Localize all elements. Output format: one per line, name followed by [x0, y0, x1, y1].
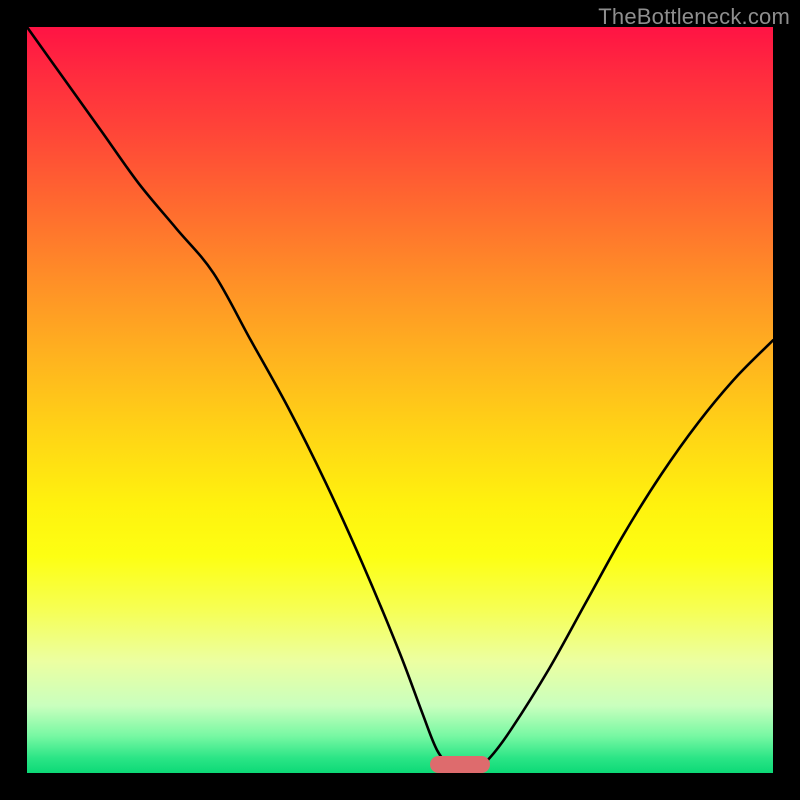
plot-area — [27, 27, 773, 773]
bottleneck-curve — [27, 27, 773, 773]
optimal-range-marker — [430, 756, 490, 773]
chart-frame: TheBottleneck.com — [0, 0, 800, 800]
